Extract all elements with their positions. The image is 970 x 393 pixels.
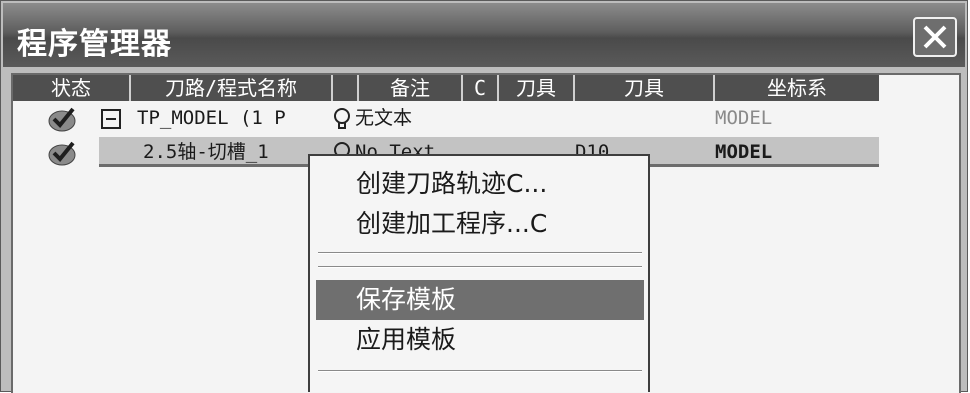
close-button[interactable] (913, 17, 957, 57)
operation-name: 2.5轴-切槽_1 (143, 141, 269, 163)
column-header-tool-2[interactable]: 刀具 (575, 75, 715, 101)
menu-item-save-template[interactable]: 保存模板 (316, 280, 644, 320)
column-header-note[interactable]: 备注 (359, 75, 463, 101)
menu-separator (318, 370, 642, 372)
menu-separator (318, 252, 642, 254)
column-header-c[interactable]: C (463, 75, 499, 101)
checkmark-icon (48, 141, 76, 166)
program-name: TP_MODEL (1 P (137, 107, 286, 129)
column-header-coord[interactable]: 坐标系 (715, 75, 879, 101)
lightbulb-icon (334, 108, 350, 129)
menu-item-apply-template[interactable]: 应用模板 (316, 320, 644, 360)
collapse-icon[interactable] (101, 109, 121, 129)
menu-item-create-toolpath[interactable]: 创建刀路轨迹C... (316, 164, 644, 204)
menu-item-create-program[interactable]: 创建加工程序...C (316, 204, 644, 244)
window-title: 程序管理器 (17, 27, 172, 62)
program-coord: MODEL (715, 107, 773, 129)
menu-separator (318, 266, 642, 268)
table-header: 状态 刀路/程式名称 备注 C 刀具 刀具 坐标系 (13, 75, 879, 101)
context-menu: 创建刀路轨迹C... 创建加工程序...C 保存模板 应用模板 (308, 154, 650, 392)
column-header-name[interactable]: 刀路/程式名称 (131, 75, 333, 101)
column-header-status[interactable]: 状态 (13, 75, 131, 101)
column-header-blank[interactable] (333, 75, 359, 101)
program-note: 无文本 (355, 107, 413, 129)
operation-coord: MODEL (715, 141, 773, 163)
table-row[interactable]: TP_MODEL (1 P 无文本 MODEL (13, 101, 879, 135)
close-icon (923, 25, 947, 49)
checkmark-icon (48, 107, 76, 132)
title-bar[interactable]: 程序管理器 (3, 3, 965, 67)
column-header-tool-1[interactable]: 刀具 (499, 75, 575, 101)
